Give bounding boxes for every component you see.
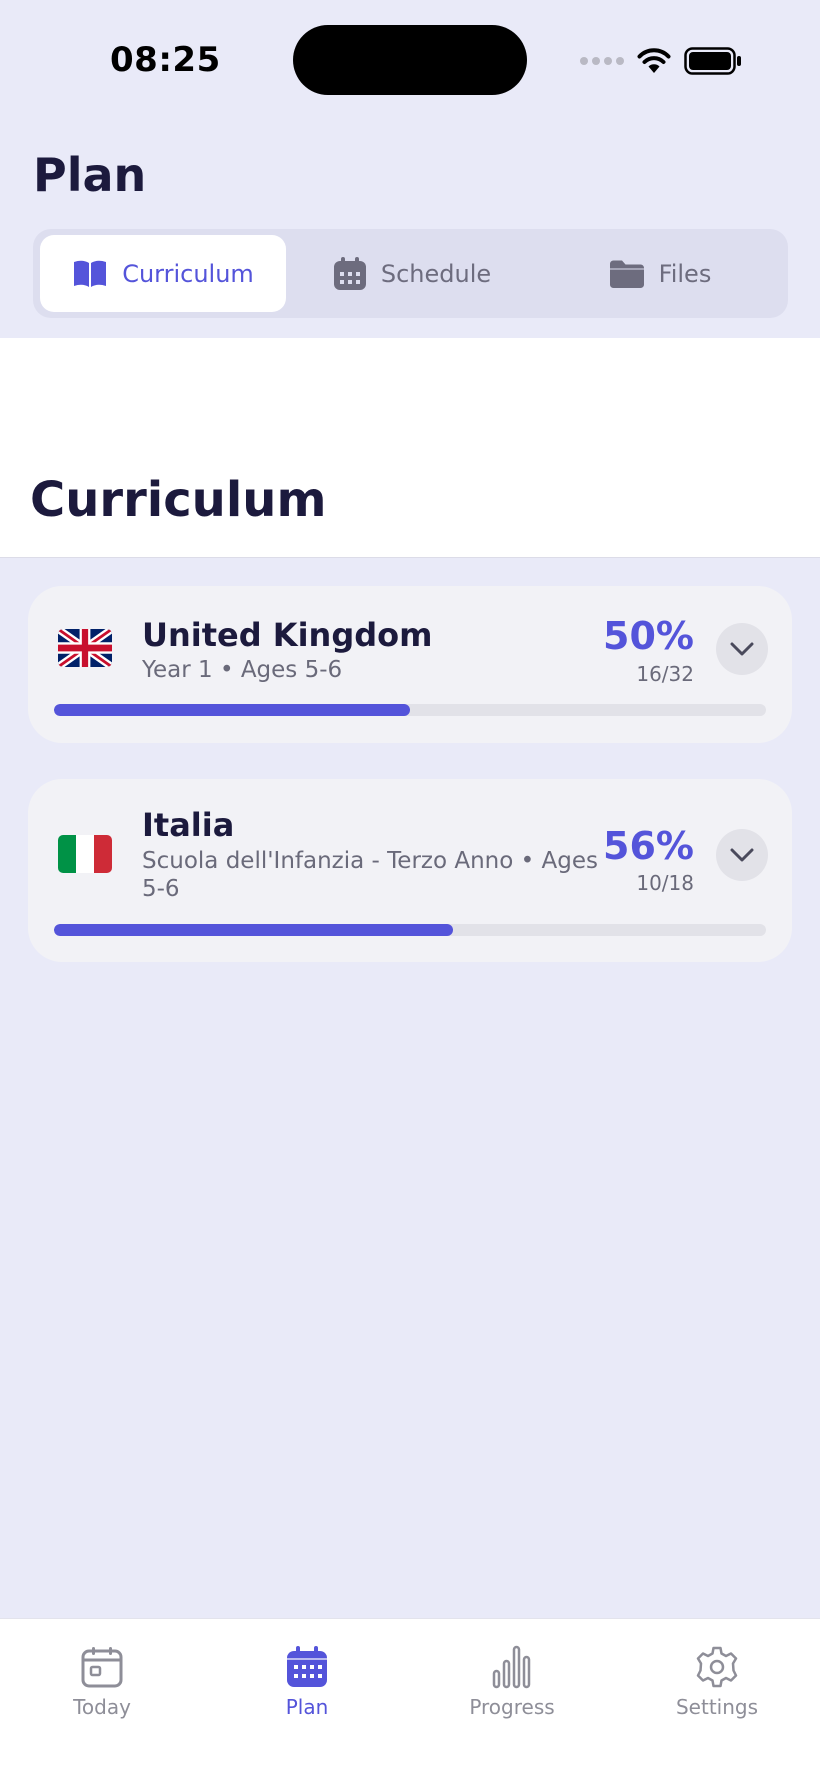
segment-label: Files (658, 259, 712, 288)
curriculum-card-united-kingdom[interactable]: United Kingdom Year 1 • Ages 5-6 50% 16/… (28, 586, 792, 743)
curriculum-name: Italia (142, 806, 235, 844)
segment-schedule[interactable]: Schedule (286, 235, 538, 312)
expand-button[interactable] (716, 829, 768, 881)
tab-settings[interactable]: Settings (637, 1645, 797, 1719)
progress-bar-fill (54, 704, 410, 716)
progress-bar (54, 924, 766, 936)
curriculum-name: United Kingdom (142, 616, 433, 654)
italy-flag (58, 835, 112, 873)
progress-bar-fill (54, 924, 453, 936)
book-icon (74, 260, 107, 287)
plan-segmented-control: Curriculum Schedule Files (33, 229, 788, 318)
tab-bar: Today Plan Progress Settings (0, 1618, 820, 1781)
status-icons (580, 44, 742, 78)
status-time: 08:25 (110, 40, 221, 80)
section-title: Curriculum (30, 472, 327, 528)
tab-today[interactable]: Today (22, 1645, 182, 1719)
segment-curriculum[interactable]: Curriculum (40, 235, 286, 312)
curriculum-subtitle: Year 1 • Ages 5-6 (142, 657, 343, 683)
tab-plan[interactable]: Plan (227, 1645, 387, 1719)
chevron-down-icon (730, 642, 754, 656)
section-header: Curriculum (0, 338, 820, 558)
cellular-signal-icon (580, 57, 624, 65)
tab-label: Progress (469, 1695, 555, 1719)
bar-chart-icon (492, 1645, 531, 1689)
folder-icon (609, 260, 644, 288)
curriculum-percent: 56% (603, 824, 694, 868)
tab-label: Plan (285, 1695, 329, 1719)
tab-label: Settings (675, 1695, 759, 1719)
segment-files[interactable]: Files (538, 235, 782, 312)
page-title: Plan (33, 148, 147, 202)
plan-screen: 08:25 Plan Curriculum Schedule Files Cur… (0, 0, 820, 1781)
curriculum-subtitle: Scuola dell'Infanzia - Terzo Anno • Ages… (142, 848, 598, 902)
segment-label: Schedule (380, 259, 492, 288)
chevron-down-icon (730, 848, 754, 862)
today-icon (81, 1647, 123, 1688)
curriculum-percent: 50% (603, 614, 694, 658)
wifi-icon (637, 48, 671, 73)
tab-label: Today (73, 1695, 131, 1719)
status-bar: 08:25 (0, 0, 820, 120)
expand-button[interactable] (716, 623, 768, 675)
segment-label: Curriculum (122, 259, 254, 288)
united-kingdom-flag (58, 629, 112, 667)
curriculum-count: 16/32 (636, 662, 694, 686)
curriculum-count: 10/18 (636, 871, 694, 895)
calendar-icon (333, 256, 366, 290)
calendar-icon (287, 1646, 327, 1687)
curriculum-card-italia[interactable]: Italia Scuola dell'Infanzia - Terzo Anno… (28, 779, 792, 962)
progress-bar (54, 704, 766, 716)
dynamic-island (293, 25, 527, 95)
tab-progress[interactable]: Progress (432, 1645, 592, 1719)
battery-icon (684, 47, 741, 75)
gear-icon (696, 1646, 738, 1688)
